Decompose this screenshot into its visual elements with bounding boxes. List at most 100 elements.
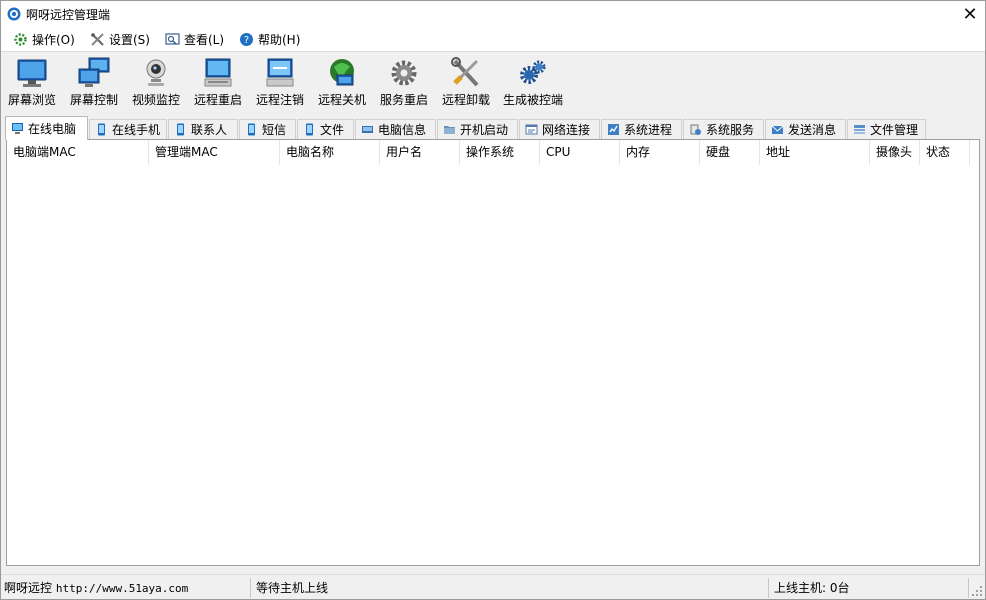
tab-services[interactable]: 系统服务 xyxy=(683,119,764,139)
column-header-address[interactable]: 地址 xyxy=(760,140,870,165)
online-computers-list[interactable]: 电脑端MAC 管理端MAC 电脑名称 用户名 操作系统 CPU 内存 硬盘 地址… xyxy=(6,139,980,566)
window-title: 啊呀远控管理端 xyxy=(26,8,111,22)
tab-online-phones[interactable]: 在线手机 xyxy=(89,119,167,139)
column-header-camera[interactable]: 摄像头 xyxy=(870,140,920,165)
remote-uninstall-label: 远程卸载 xyxy=(441,93,490,107)
column-header-label: 管理端MAC xyxy=(155,145,218,159)
resize-grip-icon[interactable] xyxy=(971,585,983,597)
column-header-label: 电脑名称 xyxy=(286,145,335,159)
svg-text:?: ? xyxy=(244,35,249,46)
remote-restart-button[interactable]: 远程重启 xyxy=(188,55,248,109)
tab-contacts[interactable]: 联系人 xyxy=(168,119,238,139)
menu-operate[interactable]: 操作(O) xyxy=(13,30,75,49)
status-divider xyxy=(768,578,769,598)
status-online-hosts-count: 0台 xyxy=(829,581,850,595)
status-url: http://www.51aya.com xyxy=(55,582,189,595)
title-bar: 啊呀远控管理端 ✕ xyxy=(1,1,985,27)
network-icon xyxy=(525,124,538,135)
build-client-button[interactable]: 生成被控端 xyxy=(498,55,568,109)
column-header-memory[interactable]: 内存 xyxy=(620,140,700,165)
service-icon xyxy=(690,124,701,135)
tab-file-manager-label: 文件管理 xyxy=(870,123,919,137)
phone-icon xyxy=(248,123,255,136)
menu-operate-label: 操作(O) xyxy=(32,33,75,47)
phone-icon xyxy=(98,123,105,136)
menu-settings[interactable]: 设置(S) xyxy=(90,30,150,49)
close-button[interactable]: ✕ xyxy=(955,1,985,27)
column-header-manager-mac[interactable]: 管理端MAC xyxy=(149,140,280,165)
tab-startup-label: 开机启动 xyxy=(460,123,509,137)
uninstall-tools-icon xyxy=(451,57,479,87)
tab-processes[interactable]: 系统进程 xyxy=(601,119,682,139)
tab-network[interactable]: 网络连接 xyxy=(519,119,600,139)
phone-icon xyxy=(306,123,313,136)
tab-sms-label: 短信 xyxy=(262,123,287,137)
remote-uninstall-button[interactable]: 远程卸载 xyxy=(436,55,496,109)
column-header-computer-name[interactable]: 电脑名称 xyxy=(280,140,380,165)
folder-icon xyxy=(444,126,455,134)
column-header-pc-mac[interactable]: 电脑端MAC xyxy=(7,140,149,165)
monitor-icon xyxy=(17,59,47,87)
build-client-label: 生成被控端 xyxy=(502,93,563,107)
help-icon: ? xyxy=(240,33,253,46)
tab-pc-info[interactable]: 电脑信息 xyxy=(355,119,436,139)
tab-send-message[interactable]: 发送消息 xyxy=(765,119,846,139)
column-header-label: 电脑端MAC xyxy=(13,145,76,159)
screen-browse-button[interactable]: 屏幕浏览 xyxy=(2,55,62,109)
menu-settings-label: 设置(S) xyxy=(109,33,150,47)
menu-view[interactable]: 查看(L) xyxy=(165,30,224,49)
screen-browse-label: 屏幕浏览 xyxy=(7,93,56,107)
remote-logoff-button[interactable]: 远程注销 xyxy=(250,55,310,109)
screen-control-button[interactable]: 屏幕控制 xyxy=(64,55,124,109)
tab-files[interactable]: 文件 xyxy=(297,119,354,139)
service-restart-button[interactable]: 服务重启 xyxy=(374,55,434,109)
tab-network-label: 网络连接 xyxy=(542,123,591,137)
status-divider xyxy=(250,578,251,598)
tab-contacts-label: 联系人 xyxy=(191,123,228,137)
tab-send-message-label: 发送消息 xyxy=(788,123,837,137)
status-message: 等待主机上线 xyxy=(256,581,329,595)
restart-icon xyxy=(204,58,232,87)
tab-processes-label: 系统进程 xyxy=(624,123,673,137)
gear-icon xyxy=(391,60,417,86)
settings-tools-icon xyxy=(91,33,104,46)
remote-restart-label: 远程重启 xyxy=(193,93,242,107)
column-header-label: 硬盘 xyxy=(706,145,731,159)
menu-help[interactable]: ? 帮助(H) xyxy=(239,30,300,49)
status-app-name: 啊呀远控 xyxy=(4,581,53,595)
video-monitor-label: 视频监控 xyxy=(131,93,180,107)
column-header-disk[interactable]: 硬盘 xyxy=(700,140,760,165)
app-logo-icon xyxy=(7,7,21,21)
status-divider xyxy=(968,578,969,598)
file-manager-icon xyxy=(854,125,865,134)
status-app-info: 啊呀远控 http://www.51aya.com xyxy=(1,578,249,598)
tab-online-computers-label: 在线电脑 xyxy=(28,122,77,136)
tab-files-label: 文件 xyxy=(320,123,345,137)
column-header-label: 内存 xyxy=(626,145,651,159)
toolbar: 屏幕浏览 屏幕控制 视频监控 远程重启 远程注销 远程关机 服务重启 远程卸载 … xyxy=(1,53,985,113)
pc-info-icon xyxy=(362,126,373,133)
tab-services-label: 系统服务 xyxy=(706,123,755,137)
column-header-label: 摄像头 xyxy=(876,145,913,159)
column-header-status[interactable]: 状态 xyxy=(920,140,970,165)
column-header-username[interactable]: 用户名 xyxy=(380,140,460,165)
column-header-os[interactable]: 操作系统 xyxy=(460,140,540,165)
status-bar: 啊呀远控 http://www.51aya.com 等待主机上线 上线主机: 0… xyxy=(1,574,985,599)
tab-online-computers[interactable]: 在线电脑 xyxy=(5,116,88,140)
column-header-label: CPU xyxy=(546,145,571,159)
tab-sms[interactable]: 短信 xyxy=(239,119,296,139)
column-header-cpu[interactable]: CPU xyxy=(540,140,620,165)
phone-icon xyxy=(177,123,184,136)
operate-icon xyxy=(14,33,27,46)
tab-file-manager[interactable]: 文件管理 xyxy=(847,119,926,139)
remote-logoff-label: 远程注销 xyxy=(255,93,304,107)
column-header-label: 操作系统 xyxy=(466,145,515,159)
remote-shutdown-label: 远程关机 xyxy=(317,93,366,107)
tab-startup[interactable]: 开机启动 xyxy=(437,119,518,139)
video-monitor-button[interactable]: 视频监控 xyxy=(126,55,186,109)
status-online-hosts: 上线主机: 0台 xyxy=(771,578,966,598)
app-window: 啊呀远控管理端 ✕ 操作(O) 设置(S) 查看(L) ? 帮助(H) 屏幕浏览… xyxy=(0,0,986,600)
list-header: 电脑端MAC 管理端MAC 电脑名称 用户名 操作系统 CPU 内存 硬盘 地址… xyxy=(7,140,979,165)
remote-shutdown-button[interactable]: 远程关机 xyxy=(312,55,372,109)
tab-strip: 在线电脑 在线手机 联系人 短信 文件 电脑信息 开机启动 网络连接 系统进程 … xyxy=(1,115,985,140)
